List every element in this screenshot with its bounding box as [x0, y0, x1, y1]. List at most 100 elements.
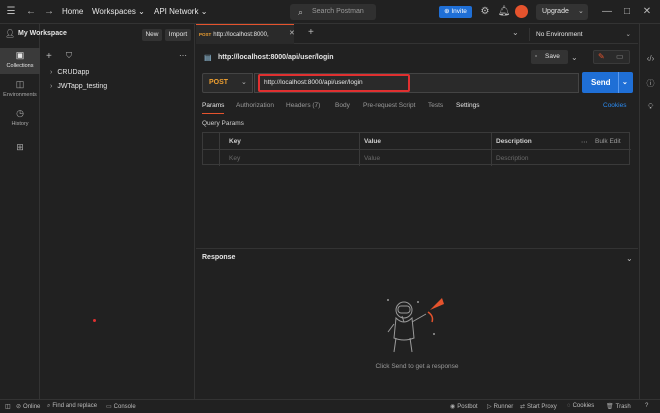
- apps-icon: ⊞: [16, 142, 24, 152]
- minimize-icon[interactable]: —: [600, 5, 614, 19]
- url-text[interactable]: http://localhost:8000/api/user/login: [264, 79, 363, 86]
- right-bar: ‹/› ⓘ 💡︎: [639, 24, 660, 399]
- api-network-menu[interactable]: API Network ⌄: [154, 7, 207, 16]
- save-button[interactable]: ▫ Save: [531, 50, 568, 64]
- method-select[interactable]: POST ⌄: [202, 73, 253, 93]
- view-toggle[interactable]: ✎ ▭: [593, 50, 630, 64]
- add-user-icon: ⊕: [444, 8, 450, 15]
- close-icon[interactable]: ✕: [640, 5, 654, 19]
- workspace-title[interactable]: My Workspace: [18, 30, 67, 37]
- tab-pre-request-script[interactable]: Pre-request Script: [363, 102, 415, 109]
- key-input[interactable]: Key: [229, 155, 240, 162]
- column-header-key: Key: [229, 138, 241, 145]
- cookies[interactable]: ◌ Cookies: [567, 403, 594, 409]
- query-params-title: Query Params: [202, 120, 244, 127]
- close-tab-icon[interactable]: ✕: [289, 29, 295, 37]
- chevron-down-icon[interactable]: ⌄: [622, 72, 628, 93]
- plus-icon[interactable]: +: [46, 51, 52, 62]
- sidebar: 👤︎ My Workspace New Import + ⛉ ⋯ › CRUDap…: [5, 24, 195, 399]
- console[interactable]: ▭ Console: [106, 403, 136, 410]
- status-bar: ◫ ⊘ Online ⌕ Find and replace ▭ Console ◉ Po…: [0, 399, 660, 413]
- hamburger-icon[interactable]: ☰: [4, 5, 18, 19]
- user-icon: 👤︎: [5, 29, 16, 38]
- chevron-right-icon: ›: [50, 83, 53, 90]
- chevron-right-icon: ›: [50, 69, 53, 76]
- trash[interactable]: 🗑︎ Trash: [606, 403, 631, 410]
- search-input[interactable]: ⌕ Search Postman: [290, 4, 376, 20]
- more-options-icon[interactable]: ⋯: [179, 51, 187, 60]
- code-icon[interactable]: ‹/›: [644, 54, 657, 67]
- query-params-table: Key Value Description ⋯ Bulk Edit Key Va…: [202, 132, 631, 166]
- layout-icon[interactable]: ◫: [5, 403, 11, 410]
- history-icon: ◷: [16, 108, 24, 118]
- chevron-down-icon: ⌄: [138, 7, 145, 16]
- collection-item[interactable]: › CRUDapp: [50, 69, 89, 76]
- runner[interactable]: ▷ Runner: [487, 403, 513, 410]
- tab-request[interactable]: POST http://localhost:8000,: [196, 24, 294, 44]
- info-icon[interactable]: ⓘ: [644, 78, 657, 91]
- avatar[interactable]: [515, 5, 528, 18]
- search-icon: ⌕: [298, 7, 304, 17]
- description-input[interactable]: Description: [496, 155, 529, 162]
- empty-response-message: Click Send to get a response: [375, 363, 459, 370]
- upgrade-button[interactable]: Upgrade ⌄: [536, 4, 588, 20]
- search-icon: ⌕: [47, 403, 51, 409]
- cookies-link[interactable]: Cookies: [603, 102, 626, 109]
- request-title[interactable]: http://localhost:8000/api/user/login: [218, 54, 334, 61]
- value-input[interactable]: Value: [364, 155, 380, 162]
- proxy-icon: ⇄: [520, 404, 526, 410]
- rail-item-apps[interactable]: ⊞: [0, 140, 40, 166]
- import-button[interactable]: Import: [165, 29, 191, 41]
- send-button[interactable]: Send ⌄: [582, 72, 633, 93]
- chevron-down-icon[interactable]: ⌄: [626, 254, 633, 263]
- tab-bar: POST http://localhost:8000, ✕ + ⌄ No Env…: [196, 24, 638, 44]
- bell-icon[interactable]: 🔔︎: [497, 5, 511, 19]
- rail-item-history[interactable]: ◷ History: [0, 106, 40, 132]
- rail-item-environments[interactable]: ◫ Environments: [0, 77, 40, 103]
- workspaces-menu[interactable]: Workspaces ⌄: [92, 7, 145, 16]
- astronaut-illustration: [387, 298, 444, 353]
- chevron-down-icon: ⌄: [241, 79, 247, 86]
- maximize-icon[interactable]: □: [620, 5, 634, 19]
- column-header-value: Value: [364, 138, 381, 145]
- chevron-down-icon: ⌄: [578, 8, 584, 15]
- tab-params[interactable]: Params: [202, 102, 225, 114]
- arrow-left-icon[interactable]: ←: [24, 5, 38, 19]
- chevron-down-icon: ⌄: [200, 7, 208, 16]
- left-rail: ▣ Collections ◫ Environments ◷ History ⊞: [0, 24, 40, 399]
- save-icon: ▫: [535, 53, 538, 60]
- tab-settings[interactable]: Settings: [456, 102, 480, 109]
- console-icon: ▭: [106, 404, 112, 410]
- check-circle-icon: ⊘: [16, 404, 22, 410]
- comment-icon[interactable]: ▭: [616, 52, 624, 61]
- find-replace[interactable]: ⌕ Find and replace: [47, 403, 97, 410]
- main-panel: POST http://localhost:8000, ✕ + ⌄ No Env…: [196, 24, 638, 399]
- bulk-edit-link[interactable]: Bulk Edit: [595, 138, 621, 145]
- cookie-icon: ◌: [567, 403, 571, 409]
- invite-button[interactable]: ⊕ Invite: [439, 6, 472, 18]
- chevron-down-icon[interactable]: ⌄: [571, 53, 578, 62]
- edit-icon[interactable]: ✎: [598, 52, 605, 61]
- tab-authorization[interactable]: Authorization: [236, 102, 274, 109]
- rail-item-collections[interactable]: ▣ Collections: [0, 48, 40, 74]
- online-status[interactable]: ⊘ Online: [16, 403, 40, 410]
- gear-icon[interactable]: ⚙: [478, 5, 492, 19]
- filter-icon[interactable]: ⛉: [66, 51, 72, 61]
- help-icon[interactable]: ?: [645, 403, 648, 409]
- plus-icon[interactable]: +: [308, 27, 314, 38]
- postbot[interactable]: ◉ Postbot: [450, 403, 478, 410]
- tab-body[interactable]: Body: [335, 102, 350, 109]
- environment-select[interactable]: No Environment ⌄: [529, 28, 637, 41]
- environments-icon: ◫: [15, 79, 25, 89]
- home-link[interactable]: Home: [62, 7, 83, 16]
- tab-headers[interactable]: Headers (7): [286, 102, 320, 109]
- new-button[interactable]: New: [142, 29, 162, 41]
- collection-item[interactable]: › JWTapp_testing: [50, 83, 107, 90]
- chevron-down-icon[interactable]: ⌄: [512, 28, 519, 37]
- lightbulb-icon[interactable]: 💡︎: [644, 102, 657, 115]
- more-options-icon[interactable]: ⋯: [581, 138, 588, 146]
- tab-tests[interactable]: Tests: [428, 102, 443, 109]
- response-divider[interactable]: [196, 248, 638, 249]
- start-proxy[interactable]: ⇄ Start Proxy: [520, 403, 557, 410]
- arrow-right-icon[interactable]: →: [42, 5, 56, 19]
